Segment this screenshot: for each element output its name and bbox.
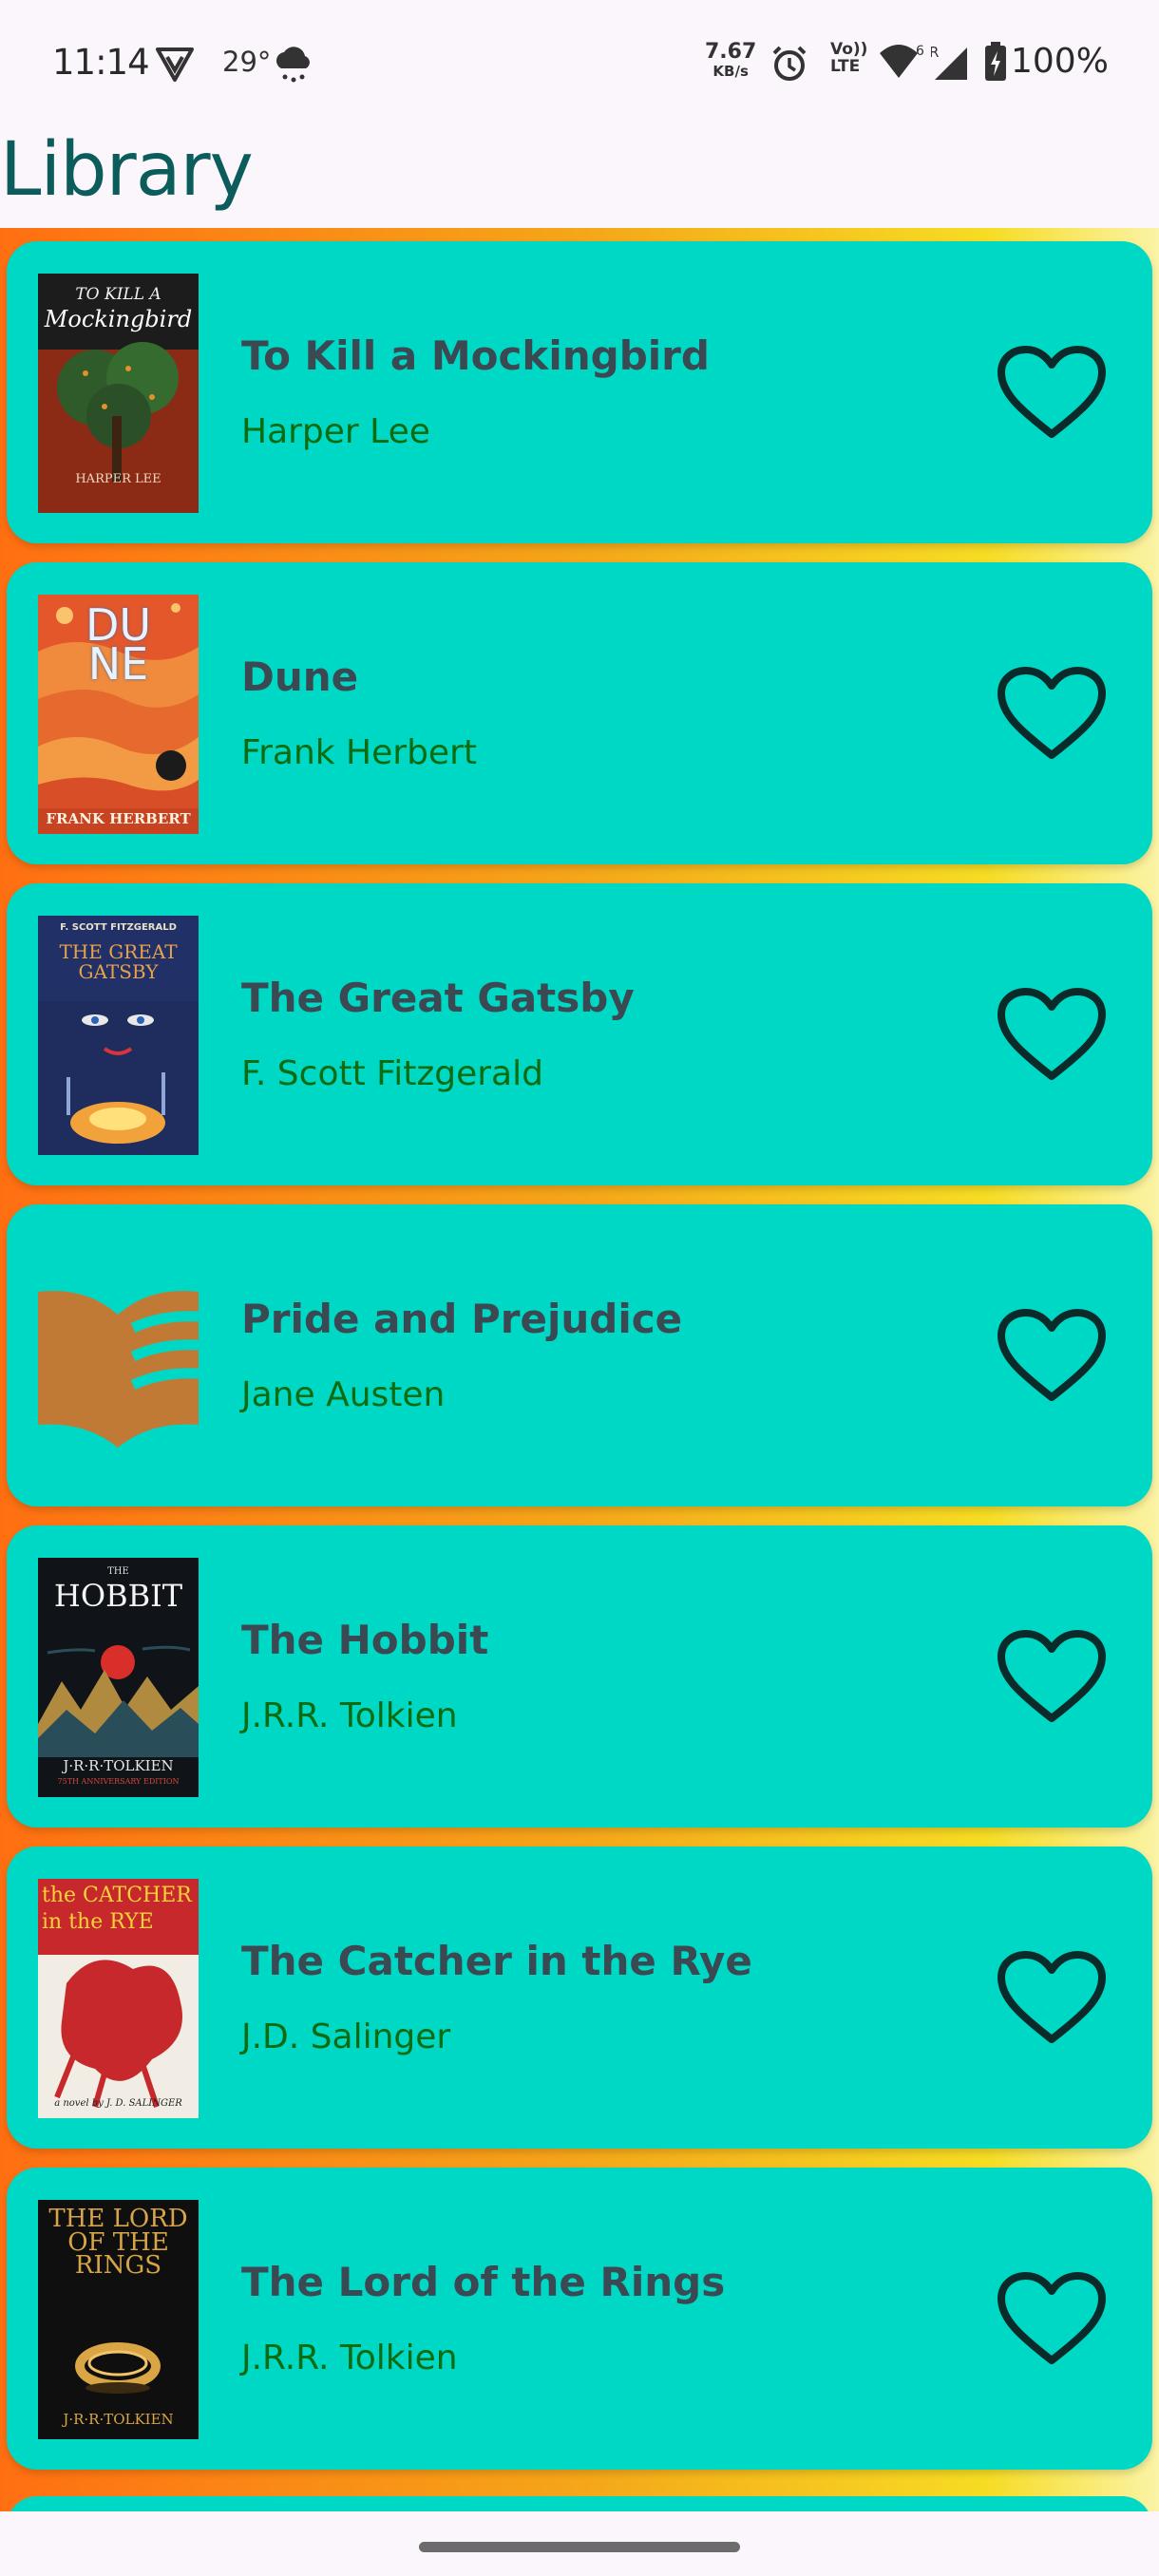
book-title: To Kill a Mockingbird [241, 332, 710, 379]
favorite-button[interactable] [997, 346, 1107, 441]
book-author: J.R.R. Tolkien [241, 1696, 458, 1735]
book-card-partial[interactable] [7, 2496, 1152, 2511]
alarm-icon [770, 44, 809, 88]
heart-outline-icon [998, 988, 1106, 1080]
cover-title-line1: TO KILL A [75, 285, 162, 304]
book-cover: DUNE FRANK HERBERT [38, 595, 199, 834]
cover-title-line1: the CATCHER [42, 1884, 192, 1907]
book-cover: the CATCHER in the RYE a novel by J. D. … [38, 1879, 199, 2118]
status-temperature: 29° [222, 46, 272, 78]
favorite-button[interactable] [997, 988, 1107, 1083]
cover-title-line2: in the RYE [42, 1910, 154, 1934]
favorite-button[interactable] [997, 1630, 1107, 1725]
favorite-button[interactable] [997, 667, 1107, 762]
favorite-button[interactable] [997, 1309, 1107, 1404]
book-cover: TO KILL A Mockingbird HARPER LEE [38, 274, 199, 513]
wifi-badge: 6 [916, 44, 924, 59]
cover-author: FRANK HERBERT [46, 810, 191, 827]
cover-author: F. SCOTT FITZGERALD [60, 922, 177, 933]
book-author: Harper Lee [241, 412, 430, 451]
battery-percentage: 100% [1011, 42, 1109, 81]
book-cover: F. SCOTT FITZGERALD THE GREAT GATSBY [38, 916, 199, 1155]
book-title: Dune [241, 653, 359, 700]
book-title: The Great Gatsby [241, 975, 635, 1021]
book-title: The Hobbit [241, 1617, 489, 1663]
book-title: Pride and Prejudice [241, 1296, 683, 1342]
network-speed-value: 7.67 [705, 40, 757, 64]
book-list[interactable]: TO KILL A Mockingbird HARPER LEE To Kill… [0, 228, 1159, 2511]
battery-charging-icon [984, 42, 1007, 86]
book-card[interactable]: THE HOBBIT J·R·R·TOLKIEN 75TH ANNIVERSAR… [7, 1525, 1152, 1828]
cover-author: J·R·R·TOLKIEN [63, 2411, 174, 2428]
network-speed-unit: KB/s [712, 63, 749, 80]
book-cover: THE LORD OF THE RINGS J·R·R·TOLKIEN [38, 2200, 199, 2439]
book-author: J.R.R. Tolkien [241, 2339, 458, 2377]
heart-outline-icon [998, 346, 1106, 438]
cover-title-line2: Mockingbird [44, 306, 193, 332]
book-card[interactable]: DUNE FRANK HERBERT Dune Frank Herbert [7, 562, 1152, 864]
heart-outline-icon [998, 2272, 1106, 2364]
book-author: F. Scott Fitzgerald [241, 1054, 543, 1093]
book-card[interactable]: the CATCHER in the RYE a novel by J. D. … [7, 1847, 1152, 2149]
book-card[interactable]: F. SCOTT FITZGERALD THE GREAT GATSBY The… [7, 883, 1152, 1185]
cover-author: J·R·R·TOLKIEN [63, 1757, 174, 1774]
open-book-icon [38, 1291, 199, 1448]
book-card[interactable]: THE LORD OF THE RINGS J·R·R·TOLKIEN The … [7, 2168, 1152, 2470]
favorite-button[interactable] [997, 1951, 1107, 2046]
book-cover: THE HOBBIT J·R·R·TOLKIEN 75TH ANNIVERSAR… [38, 1558, 199, 1797]
book-card[interactable]: Pride and Prejudice Jane Austen [7, 1204, 1152, 1506]
cover-title: THE LORD OF THE RINGS [48, 2205, 188, 2281]
book-card[interactable]: TO KILL A Mockingbird HARPER LEE To Kill… [7, 241, 1152, 543]
heart-outline-icon [998, 1309, 1106, 1401]
book-title: The Lord of the Rings [241, 2259, 726, 2305]
heart-outline-icon [998, 667, 1106, 759]
cover-title: THE GREAT GATSBY [59, 940, 178, 983]
home-gesture-handle[interactable] [419, 2542, 740, 2552]
volte-indicator: Vo)) LTE [830, 41, 867, 76]
signal-badge: R [931, 44, 939, 61]
cover-edition: 75TH ANNIVERSARY EDITION [57, 1777, 180, 1786]
heart-outline-icon [998, 1630, 1106, 1722]
book-title: The Catcher in the Rye [241, 1938, 752, 1984]
cover-author: a novel by J. D. SALINGER [54, 2098, 182, 2109]
cloud-rain-icon [272, 42, 315, 88]
cover-author: HARPER LEE [75, 472, 162, 486]
vpn-icon [154, 46, 196, 88]
status-bar: 11:14 29° 7.67 KB/s Vo)) LTE 6 R 100% [0, 0, 1159, 131]
heart-outline-icon [998, 1951, 1106, 2043]
cell-signal-icon: R [929, 44, 978, 88]
status-time: 11:14 [52, 42, 150, 83]
book-author: J.D. Salinger [241, 2017, 451, 2056]
book-cover [38, 1237, 199, 1476]
page-title: Library [0, 127, 254, 213]
navigation-bar [0, 2511, 1159, 2576]
book-author: Frank Herbert [241, 733, 477, 772]
book-author: Jane Austen [241, 1375, 446, 1414]
favorite-button[interactable] [997, 2272, 1107, 2367]
network-speed: 7.67 KB/s [705, 42, 756, 79]
cover-title: DUNE [85, 599, 152, 691]
wifi-icon: 6 [878, 42, 925, 86]
cover-title-small: THE [107, 1566, 129, 1577]
cover-title: HOBBIT [53, 1578, 183, 1614]
volte-line2: LTE [830, 56, 861, 76]
